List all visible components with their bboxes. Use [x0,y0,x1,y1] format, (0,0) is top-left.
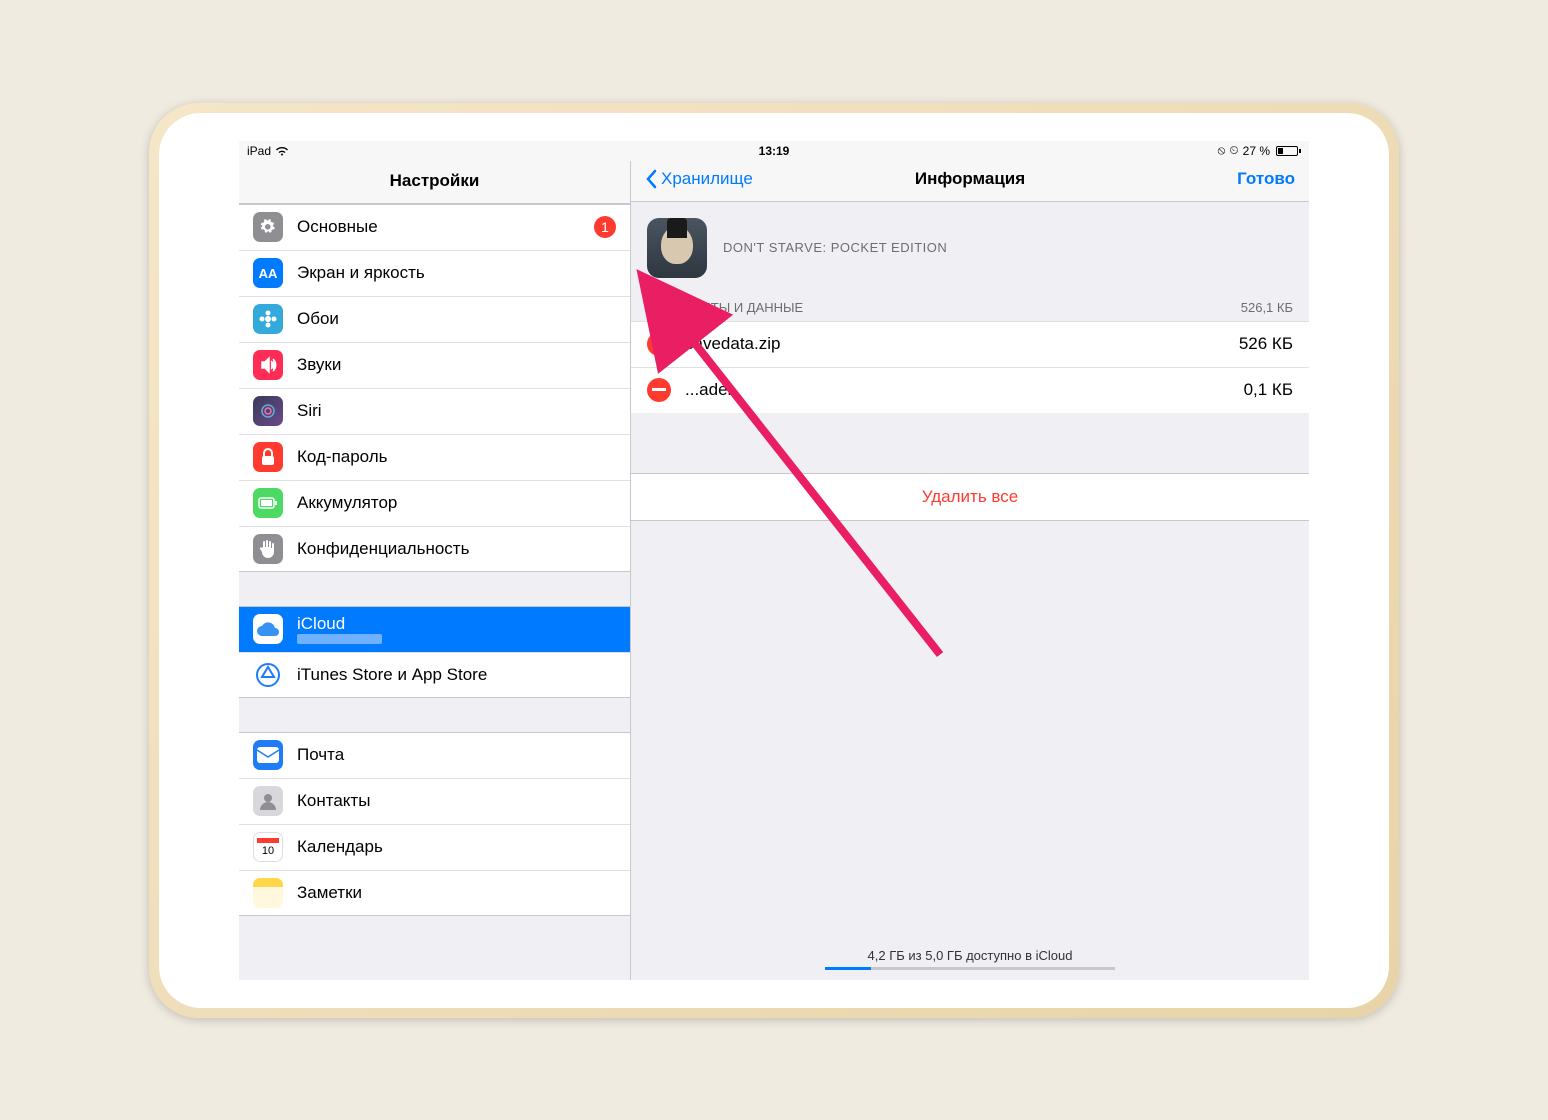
gear-icon [253,212,283,242]
mail-icon [253,740,283,770]
row-label: Календарь [297,837,616,857]
file-name: ...ader [685,380,1230,400]
ipad-frame: iPad 13:19 ⦸ ⏲ 27 % Настройки [149,103,1399,1018]
row-label: Аккумулятор [297,493,616,513]
detail-header: Хранилище Информация Готово [631,161,1309,202]
section-title: ДОКУМЕНТЫ И ДАННЫЕ [647,300,803,315]
row-label: Siri [297,401,616,421]
delete-icon[interactable] [647,332,671,356]
sidebar-item-itunes[interactable]: iTunes Store и App Store [239,652,630,698]
file-row[interactable]: ...ader 0,1 КБ [631,367,1309,413]
row-label: Обои [297,309,616,329]
battery-percent: 27 % [1243,144,1270,158]
sidebar-item-battery[interactable]: Аккумулятор [239,480,630,526]
row-label: iTunes Store и App Store [297,665,616,685]
cloud-icon [253,614,283,644]
row-label: Почта [297,745,616,765]
file-row[interactable]: savedata.zip 526 КБ [631,321,1309,367]
app-icon [647,218,707,278]
sidebar-item-siri[interactable]: Siri [239,388,630,434]
appstore-icon [253,660,283,690]
sidebar-item-mail[interactable]: Почта [239,732,630,778]
person-icon [253,786,283,816]
wifi-icon [275,146,289,156]
row-label: Код-пароль [297,447,616,467]
sidebar-item-calendar[interactable]: 10 Календарь [239,824,630,870]
storage-text: 4,2 ГБ из 5,0 ГБ доступно в iCloud [825,948,1115,963]
text-size-icon: AA [253,258,283,288]
notes-icon [253,878,283,908]
section-size: 526,1 КБ [1241,300,1293,315]
settings-sidebar: Настройки Основные 1 AA Экран и яркость [239,161,631,980]
back-button[interactable]: Хранилище [645,169,753,189]
detail-title: Информация [915,169,1025,189]
row-label: Основные [297,217,594,237]
sidebar-item-notes[interactable]: Заметки [239,870,630,916]
icloud-account-blur [297,634,382,644]
done-button[interactable]: Готово [1237,169,1295,189]
flower-icon [253,304,283,334]
storage-bar [825,967,1115,970]
section-header: ДОКУМЕНТЫ И ДАННЫЕ 526,1 КБ [631,294,1309,321]
sidebar-item-passcode[interactable]: Код-пароль [239,434,630,480]
status-time: 13:19 [759,144,790,158]
delete-all-button[interactable]: Удалить все [631,473,1309,521]
device-label: iPad [247,144,271,158]
row-label: Конфиденциальность [297,539,616,559]
row-label: Контакты [297,791,616,811]
sidebar-title: Настройки [239,161,630,204]
sidebar-item-general[interactable]: Основные 1 [239,204,630,250]
sidebar-item-wallpaper[interactable]: Обои [239,296,630,342]
sidebar-item-privacy[interactable]: Конфиденциальность [239,526,630,572]
row-label: Звуки [297,355,616,375]
app-name: DON'T STARVE: POCKET EDITION [723,240,947,255]
storage-footer: 4,2 ГБ из 5,0 ГБ доступно в iCloud [825,948,1115,970]
delete-icon[interactable] [647,378,671,402]
sidebar-item-sounds[interactable]: Звуки [239,342,630,388]
siri-icon [253,396,283,426]
file-size: 0,1 КБ [1244,380,1293,400]
sidebar-item-icloud[interactable]: iCloud [239,606,630,652]
orientation-lock-icon: ⦸ [1217,143,1225,158]
row-label: iCloud [297,614,382,634]
file-name: savedata.zip [685,334,1225,354]
lock-icon [253,442,283,472]
app-header: DON'T STARVE: POCKET EDITION [631,202,1309,294]
battery-icon [1274,146,1301,156]
hand-icon [253,534,283,564]
row-label: Заметки [297,883,616,903]
file-size: 526 КБ [1239,334,1293,354]
calendar-icon: 10 [253,832,283,862]
status-bar: iPad 13:19 ⦸ ⏲ 27 % [239,141,1309,161]
alarm-icon: ⏲ [1229,143,1238,158]
sidebar-item-contacts[interactable]: Контакты [239,778,630,824]
svg-text:10: 10 [262,845,274,857]
sidebar-item-display[interactable]: AA Экран и яркость [239,250,630,296]
chevron-left-icon [645,169,657,189]
notification-badge: 1 [594,216,616,238]
speaker-icon [253,350,283,380]
battery-icon [253,488,283,518]
row-label: Экран и яркость [297,263,616,283]
detail-panel: Хранилище Информация Готово DON'T STARVE… [631,161,1309,980]
